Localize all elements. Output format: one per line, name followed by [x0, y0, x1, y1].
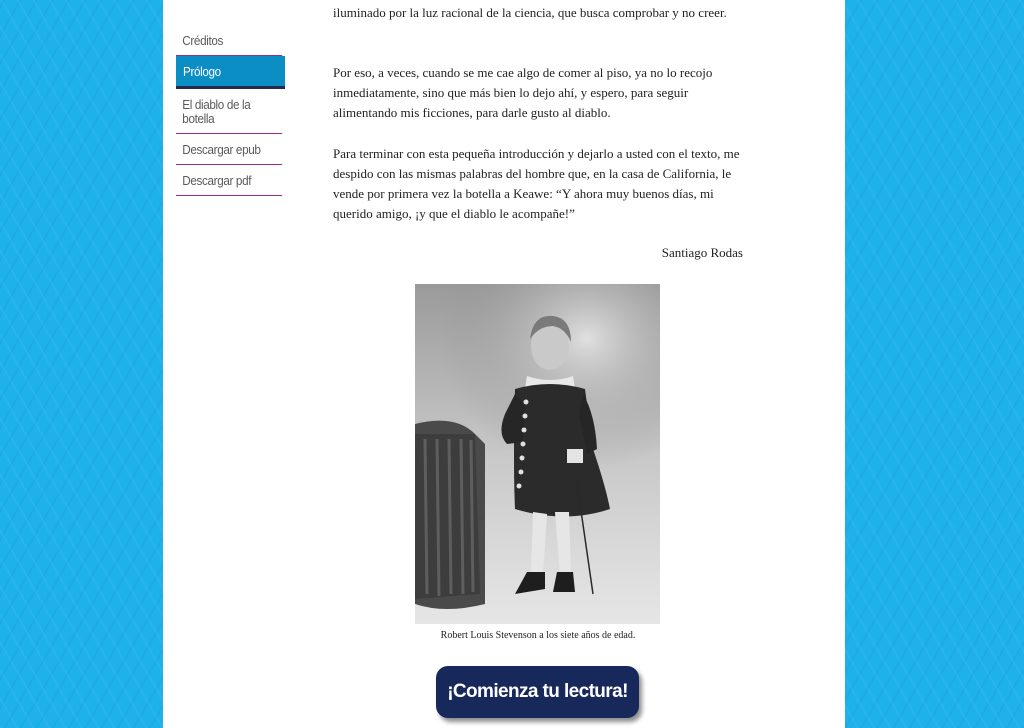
sidebar-item-descargar-pdf[interactable]: Descargar pdf — [176, 165, 283, 196]
sidebar-item-label: Prólogo — [183, 64, 221, 79]
start-reading-button[interactable]: ¡Comienza tu lectura! — [436, 666, 639, 718]
paragraph: iluminado por la luz racional de la cien… — [333, 5, 727, 20]
page-container: Créditos Prólogo El diablo de la botella… — [163, 0, 845, 728]
paragraph: Para terminar con esta pequeña introducc… — [333, 146, 740, 221]
photo-caption: Robert Louis Stevenson a los siete años … — [440, 630, 636, 641]
sidebar-item-prologo[interactable]: Prólogo — [176, 56, 285, 89]
sidebar-item-creditos[interactable]: Créditos — [176, 25, 283, 56]
portrait-photo — [415, 284, 660, 624]
author-signature: Santiago Rodas — [661, 245, 743, 260]
sidebar-nav: Créditos Prólogo El diablo de la botella… — [176, 25, 285, 196]
sidebar-item-el-diablo-de-la-botella[interactable]: El diablo de la botella — [176, 89, 283, 134]
paragraph: Por eso, a veces, cuando se me cae algo … — [333, 65, 713, 120]
sidebar-item-descargar-epub[interactable]: Descargar epub — [176, 134, 283, 165]
